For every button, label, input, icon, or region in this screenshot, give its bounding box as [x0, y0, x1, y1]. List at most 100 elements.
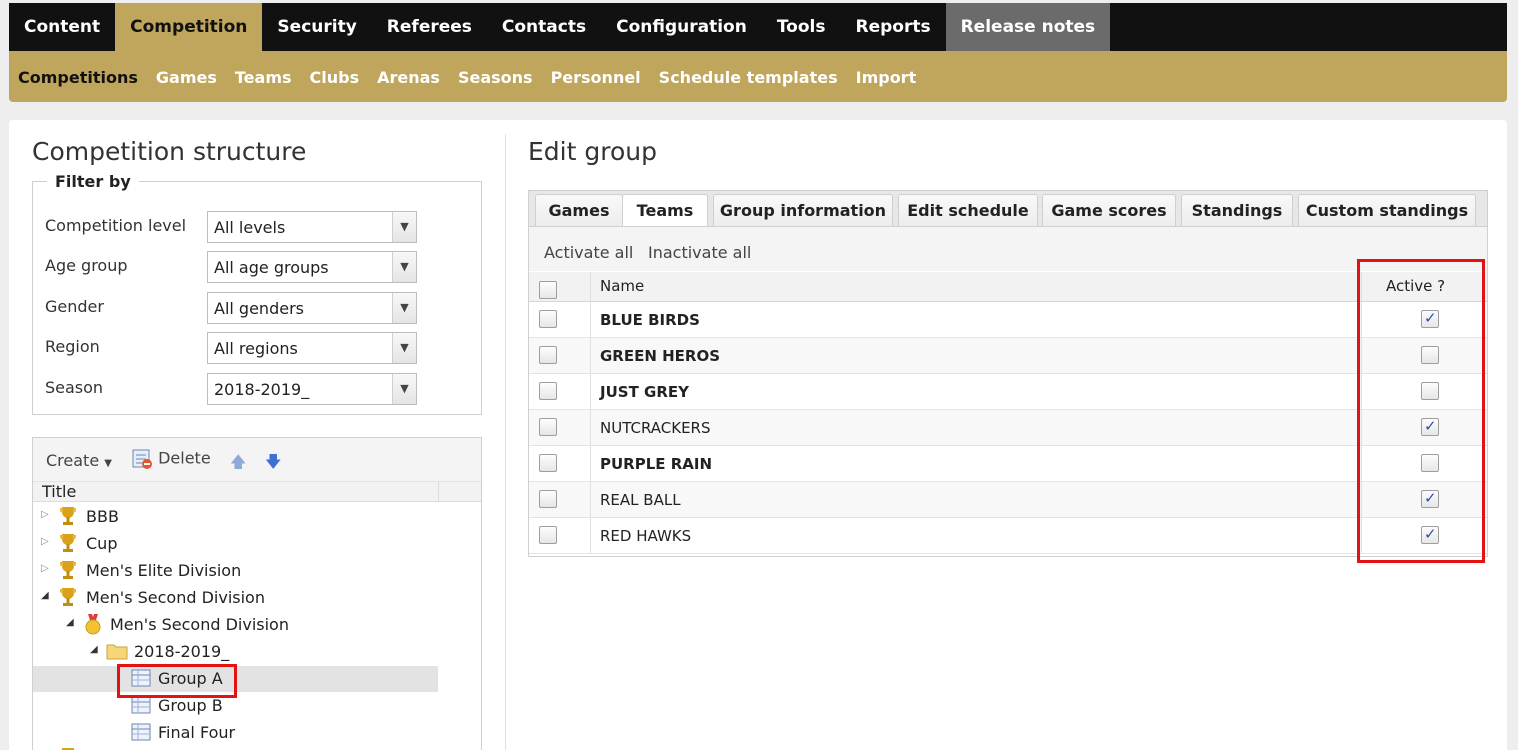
chevron-down-icon[interactable]: ▼: [392, 293, 416, 323]
row-checkbox[interactable]: [539, 490, 557, 508]
trophy-icon: [59, 534, 77, 552]
table-row[interactable]: REAL BALL: [529, 482, 1487, 518]
inactivate-all-button[interactable]: Inactivate all: [648, 243, 751, 262]
row-checkbox[interactable]: [539, 526, 557, 544]
trophy-icon: [59, 561, 77, 579]
competition-level-select[interactable]: All levels ▼: [207, 211, 417, 243]
competition-level-label: Competition level: [45, 216, 187, 235]
move-down-icon[interactable]: 🡇: [265, 451, 281, 478]
tree-node-final-four[interactable]: Final Four: [33, 720, 438, 746]
caret-down-icon: ▼: [104, 458, 112, 469]
table-row[interactable]: GREEN HEROS: [529, 338, 1487, 374]
topnav-content[interactable]: Content: [9, 3, 115, 51]
subnav-clubs[interactable]: Clubs: [301, 51, 369, 102]
tree-node-mens-elite-division[interactable]: ▷ Men's Elite Division: [33, 558, 438, 584]
table-row[interactable]: BLUE BIRDS: [529, 302, 1487, 338]
table-row[interactable]: PURPLE RAIN: [529, 446, 1487, 482]
chevron-down-icon[interactable]: ▼: [392, 212, 416, 242]
active-column-header[interactable]: Active ?: [1386, 277, 1445, 295]
tab-game-scores[interactable]: Game scores: [1042, 194, 1176, 227]
season-select[interactable]: 2018-2019_ ▼: [207, 373, 417, 405]
select-all-checkbox[interactable]: [539, 281, 557, 299]
expand-icon[interactable]: ▷: [41, 536, 49, 547]
team-name: PURPLE RAIN: [600, 455, 713, 473]
topnav-reports[interactable]: Reports: [840, 3, 945, 51]
tab-custom-standings[interactable]: Custom standings: [1298, 194, 1476, 227]
gender-select[interactable]: All genders ▼: [207, 292, 417, 324]
filter-row-region: Region All regions ▼: [45, 332, 465, 364]
topnav-contacts[interactable]: Contacts: [487, 3, 601, 51]
row-checkbox[interactable]: [539, 346, 557, 364]
subnav-arenas[interactable]: Arenas: [368, 51, 449, 102]
active-checkbox[interactable]: [1421, 309, 1439, 328]
row-checkbox[interactable]: [539, 310, 557, 328]
teams-header-row: Name Active ?: [529, 272, 1487, 302]
filter-row-gender: Gender All genders ▼: [45, 292, 465, 324]
collapse-icon[interactable]: ◢: [41, 590, 49, 601]
subnav-import[interactable]: Import: [847, 51, 926, 102]
active-checkbox[interactable]: [1421, 454, 1439, 472]
folder-icon: [106, 644, 128, 660]
active-checkbox[interactable]: [1421, 346, 1439, 364]
collapse-icon[interactable]: ◢: [66, 617, 74, 628]
row-select-cell: [529, 482, 591, 517]
topnav-security[interactable]: Security: [262, 3, 371, 51]
topnav-referees[interactable]: Referees: [372, 3, 487, 51]
name-column-header[interactable]: Name: [600, 277, 644, 295]
tree-node-mens-second-division-competition[interactable]: ◢ Men's Second Division: [33, 612, 438, 638]
tree-node-label: Men's Elite Division: [86, 561, 242, 580]
tree-node-label: Cup: [86, 534, 118, 553]
active-checkbox[interactable]: [1421, 382, 1439, 400]
table-row[interactable]: RED HAWKS: [529, 518, 1487, 554]
move-up-icon[interactable]: 🡅: [230, 451, 246, 478]
subnav-teams[interactable]: Teams: [226, 51, 301, 102]
topnav-configuration[interactable]: Configuration: [601, 3, 762, 51]
topnav-competition[interactable]: Competition: [115, 3, 263, 51]
tree-node-bbb[interactable]: ▷ BBB: [33, 504, 438, 530]
tree-node-group-b[interactable]: Group B: [33, 693, 438, 719]
age-group-label: Age group: [45, 256, 128, 275]
table-row[interactable]: JUST GREY: [529, 374, 1487, 410]
tree-node-mens-second-division[interactable]: ◢ Men's Second Division: [33, 585, 438, 611]
active-checkbox[interactable]: [1421, 417, 1439, 436]
tab-edit-schedule[interactable]: Edit schedule: [898, 194, 1038, 227]
collapse-icon[interactable]: ◢: [90, 644, 98, 655]
delete-button[interactable]: Delete: [131, 448, 211, 470]
column-separator: [1361, 272, 1362, 301]
expand-icon[interactable]: ▷: [41, 563, 49, 574]
activate-all-button[interactable]: Activate all: [544, 243, 633, 262]
top-navigation: Content Competition Security Referees Co…: [9, 3, 1507, 51]
table-row[interactable]: NUTCRACKERS: [529, 410, 1487, 446]
topnav-tools[interactable]: Tools: [762, 3, 841, 51]
active-checkbox[interactable]: [1421, 489, 1439, 508]
team-name: RED HAWKS: [600, 527, 692, 545]
age-group-select[interactable]: All age groups ▼: [207, 251, 417, 283]
topnav-release-notes[interactable]: Release notes: [945, 3, 1111, 51]
row-checkbox[interactable]: [539, 454, 557, 472]
row-checkbox[interactable]: [539, 382, 557, 400]
tab-games[interactable]: Games: [535, 194, 623, 227]
tree-node-label: BBB: [86, 507, 119, 526]
tree-node-label: Group B: [158, 696, 223, 715]
subnav-personnel[interactable]: Personnel: [542, 51, 650, 102]
subnav-seasons[interactable]: Seasons: [449, 51, 542, 102]
tab-teams[interactable]: Teams: [622, 194, 708, 228]
region-select[interactable]: All regions ▼: [207, 332, 417, 364]
chevron-down-icon[interactable]: ▼: [392, 333, 416, 363]
subnav-games[interactable]: Games: [147, 51, 226, 102]
tab-standings[interactable]: Standings: [1181, 194, 1293, 227]
tab-group-information[interactable]: Group information: [713, 194, 893, 227]
chevron-down-icon[interactable]: ▼: [392, 374, 416, 404]
column-separator: [1361, 302, 1362, 337]
create-button[interactable]: Create ▼: [46, 451, 112, 470]
row-checkbox[interactable]: [539, 418, 557, 436]
active-checkbox[interactable]: [1421, 525, 1439, 544]
tree-node-group-a[interactable]: Group A: [33, 666, 438, 692]
team-name: NUTCRACKERS: [600, 419, 711, 437]
chevron-down-icon[interactable]: ▼: [392, 252, 416, 282]
subnav-schedule-templates[interactable]: Schedule templates: [650, 51, 847, 102]
tree-node-season-2018-2019[interactable]: ◢ 2018-2019_: [33, 639, 438, 665]
tree-node-cup[interactable]: ▷ Cup: [33, 531, 438, 557]
subnav-competitions[interactable]: Competitions: [18, 51, 147, 102]
expand-icon[interactable]: ▷: [41, 509, 49, 520]
